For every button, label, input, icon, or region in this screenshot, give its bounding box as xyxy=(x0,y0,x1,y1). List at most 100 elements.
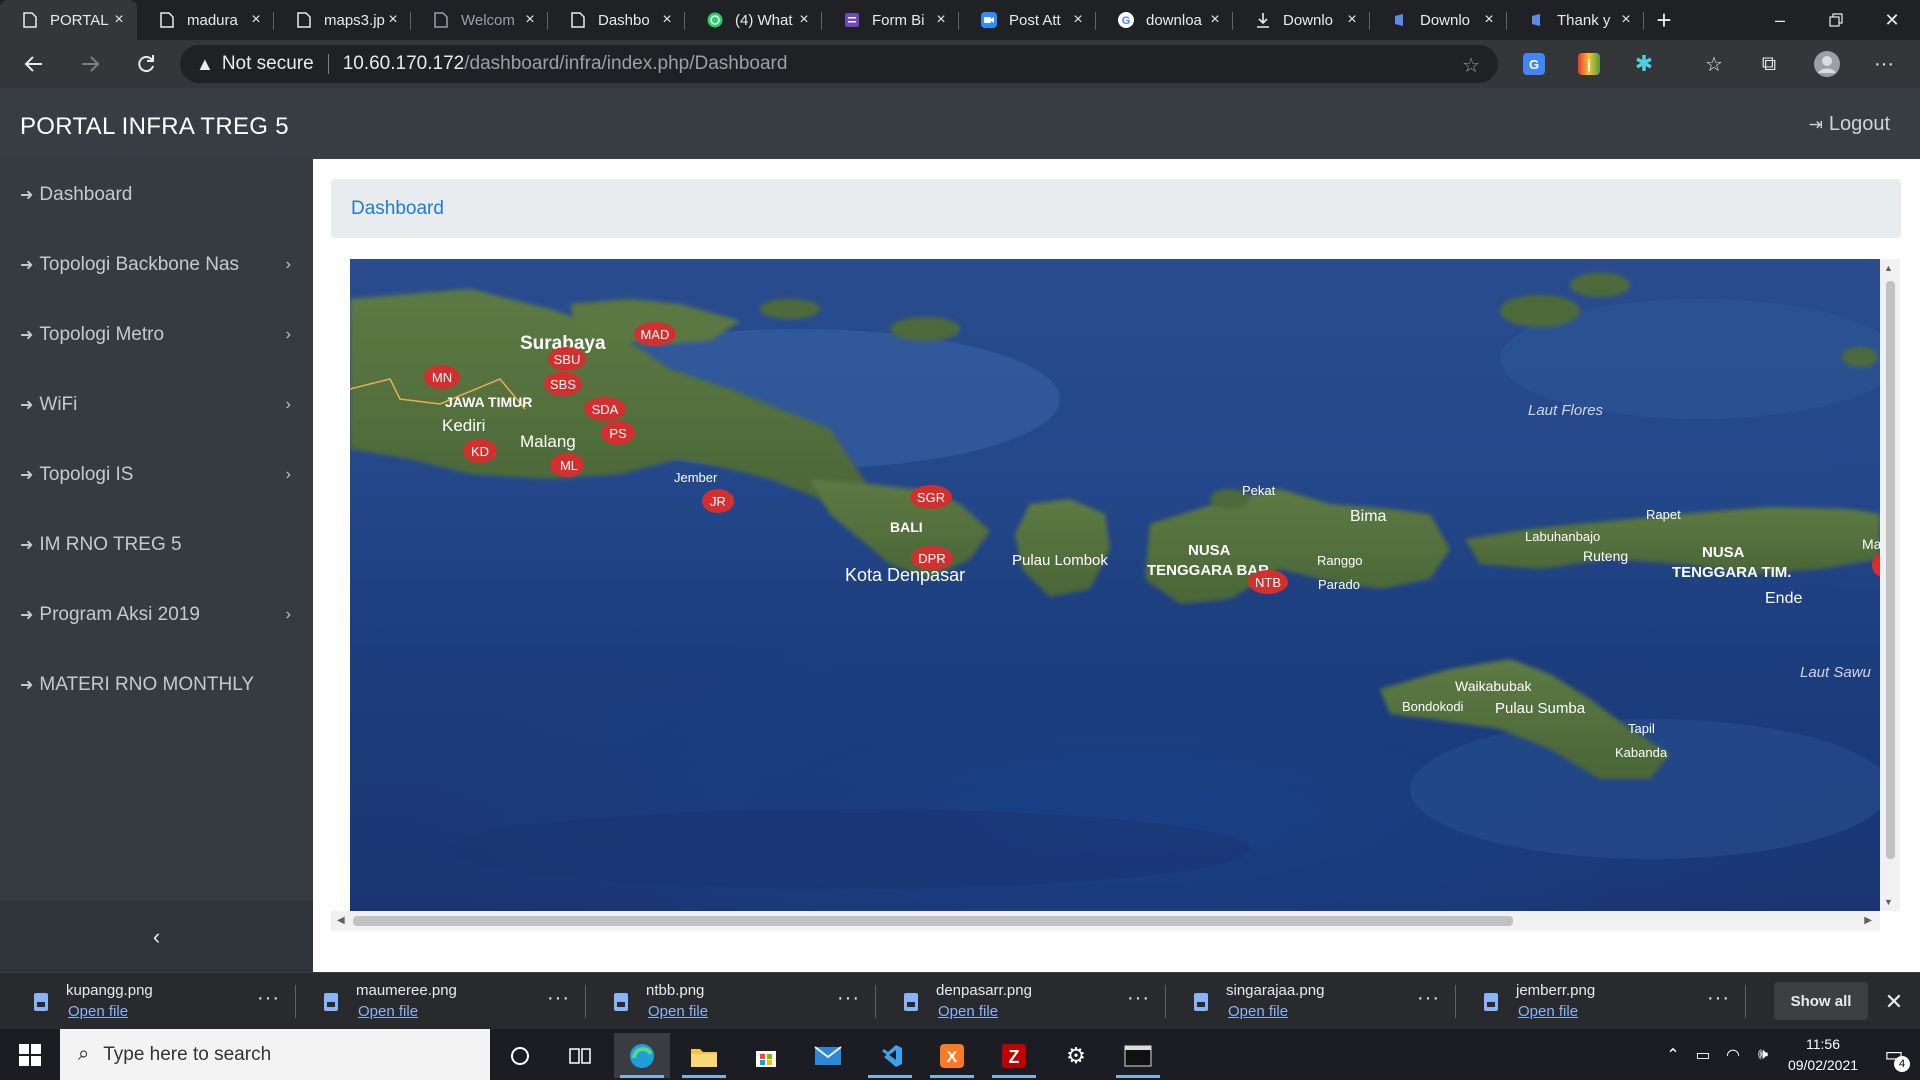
new-tab-button[interactable]: + xyxy=(1644,0,1684,40)
windows-start-button[interactable] xyxy=(10,1039,50,1071)
browser-tab[interactable]: Downlo × xyxy=(1370,0,1507,40)
sidebar-item-topologi-metro[interactable]: ➜ Topologi Metro › xyxy=(0,315,313,355)
reload-button[interactable] xyxy=(128,46,164,82)
minimize-button[interactable]: – xyxy=(1752,0,1808,40)
volume-icon[interactable]: 🕪 xyxy=(1748,1046,1778,1064)
clock[interactable]: 11:56 09/02/2021 xyxy=(1778,1034,1868,1076)
browser-tab[interactable]: Post Att × xyxy=(959,0,1096,40)
open-file-link[interactable]: Open file xyxy=(1518,1003,1578,1020)
close-icon[interactable]: × xyxy=(796,11,812,29)
sidebar-item-program-aksi-2019[interactable]: ➜ Program Aksi 2019 › xyxy=(0,595,313,635)
more-options-icon[interactable]: ··· xyxy=(1417,987,1440,1010)
download-item[interactable]: maumeree.png Open file ··· xyxy=(296,973,586,1030)
more-menu-icon[interactable]: ··· xyxy=(1868,48,1900,80)
browser-tab[interactable]: maps3.jp × xyxy=(274,0,411,40)
forward-button[interactable] xyxy=(72,46,108,82)
more-options-icon[interactable]: ··· xyxy=(1127,987,1150,1010)
browser-tab[interactable]: PORTAL × xyxy=(0,0,137,40)
marker-dpr[interactable]: DPR xyxy=(911,546,953,570)
sidebar-item-topologi-backbone-nas[interactable]: ➜ Topologi Backbone Nas › xyxy=(0,245,313,285)
add-bookmark-icon[interactable]: ☆ xyxy=(1462,53,1480,78)
more-options-icon[interactable]: ··· xyxy=(257,987,280,1010)
favorites-icon[interactable]: ☆ xyxy=(1698,48,1730,80)
chevron-up-icon[interactable]: ⌃ xyxy=(1658,1045,1688,1065)
sidebar-item-topologi-is[interactable]: ➜ Topologi IS › xyxy=(0,455,313,495)
close-icon[interactable]: × xyxy=(248,11,264,29)
close-icon[interactable]: × xyxy=(111,11,127,29)
browser-tab[interactable]: Form Bi × xyxy=(822,0,959,40)
close-icon[interactable]: × xyxy=(1207,11,1223,29)
download-item[interactable]: singarajaa.png Open file ··· xyxy=(1166,973,1456,1030)
browser-tab[interactable]: Dashbo × xyxy=(548,0,685,40)
close-icon[interactable]: × xyxy=(1070,11,1086,29)
close-icon[interactable]: × xyxy=(659,11,675,29)
open-file-link[interactable]: Open file xyxy=(648,1003,708,1020)
battery-icon[interactable]: ▭ xyxy=(1688,1045,1718,1065)
sidebar-item-dashboard[interactable]: ➜ Dashboard xyxy=(0,175,313,215)
open-file-link[interactable]: Open file xyxy=(938,1003,998,1020)
brand-title[interactable]: PORTAL INFRA TREG 5 xyxy=(20,113,289,141)
scroll-down-icon[interactable]: ▼ xyxy=(1884,897,1893,907)
sidebar-item-materi-rno-monthly[interactable]: ➜ MATERI RNO MONTHLY xyxy=(0,665,313,705)
download-item[interactable]: denpasarr.png Open file ··· xyxy=(876,973,1166,1030)
close-icon[interactable]: × xyxy=(385,11,401,29)
taskbar-search-input[interactable]: ⌕ Type here to search xyxy=(60,1029,490,1080)
browser-tab[interactable]: Thank y × xyxy=(1507,0,1644,40)
download-item[interactable]: jemberr.png Open file ··· xyxy=(1456,973,1746,1030)
marker-sbu[interactable]: SBU xyxy=(548,347,586,371)
terminal-icon[interactable] xyxy=(1110,1033,1166,1078)
close-window-button[interactable]: ✕ xyxy=(1864,0,1920,40)
marker-ntb[interactable]: NTB xyxy=(1248,570,1288,594)
vscode-icon[interactable] xyxy=(862,1033,918,1078)
notification-center-button[interactable]: ▭ 4 xyxy=(1868,1042,1920,1072)
marker-sda[interactable]: SDA xyxy=(584,397,626,421)
download-item[interactable]: kupangg.png Open file ··· xyxy=(6,973,296,1030)
more-options-icon[interactable]: ··· xyxy=(547,987,570,1010)
scroll-right-icon[interactable]: ▶ xyxy=(1864,915,1872,926)
back-button[interactable] xyxy=(16,46,52,82)
edge-browser-icon[interactable] xyxy=(614,1033,670,1078)
filezilla-icon[interactable]: Z xyxy=(986,1033,1042,1078)
close-icon[interactable]: ✕ xyxy=(1880,988,1908,1016)
browser-tab[interactable]: madura × xyxy=(137,0,274,40)
task-view-icon[interactable] xyxy=(552,1033,608,1078)
download-item[interactable]: ntbb.png Open file ··· xyxy=(586,973,876,1030)
profile-avatar[interactable] xyxy=(1811,48,1843,80)
restore-button[interactable] xyxy=(1808,0,1864,40)
wifi-icon[interactable]: ◠ xyxy=(1718,1045,1748,1065)
close-icon[interactable]: × xyxy=(1618,11,1634,29)
translate-extension-icon[interactable]: G xyxy=(1518,48,1550,80)
open-file-link[interactable]: Open file xyxy=(1228,1003,1288,1020)
marker-kd[interactable]: KD xyxy=(463,439,497,463)
show-all-button[interactable]: Show all xyxy=(1774,982,1868,1020)
marker-mn[interactable]: MN xyxy=(424,365,460,389)
open-file-link[interactable]: Open file xyxy=(68,1003,128,1020)
gear-extension-icon[interactable]: ✱ xyxy=(1628,48,1660,80)
marker-ml[interactable]: ML xyxy=(550,453,584,477)
settings-gear-icon[interactable]: ⚙ xyxy=(1048,1033,1104,1078)
marker-jr[interactable]: JR xyxy=(702,489,734,513)
mail-icon[interactable] xyxy=(800,1033,856,1078)
marker-sbs[interactable]: SBS xyxy=(544,372,582,396)
sidebar-item-im-rno-treg-5[interactable]: ➜ IM RNO TREG 5 xyxy=(0,525,313,565)
close-icon[interactable]: × xyxy=(522,11,538,29)
browser-tab[interactable]: Downlo × xyxy=(1233,0,1370,40)
xampp-icon[interactable]: X xyxy=(924,1033,980,1078)
breadcrumb-link[interactable]: Dashboard xyxy=(351,198,444,220)
network-map[interactable]: Surabaya JAWA TIMUR Kediri Malang Jember… xyxy=(350,259,1880,911)
close-icon[interactable]: × xyxy=(933,11,949,29)
address-bar[interactable]: ▲ Not secure 10.60.170.172 /dashboard/in… xyxy=(180,45,1498,83)
collections-icon[interactable]: ⧉ xyxy=(1753,48,1785,80)
store-icon[interactable] xyxy=(738,1033,794,1078)
close-icon[interactable]: × xyxy=(1344,11,1360,29)
scrollbar-thumb[interactable] xyxy=(353,916,1513,926)
marker-ps[interactable]: PS xyxy=(601,421,635,445)
map-horizontal-scrollbar[interactable]: ◀ ▶ xyxy=(331,911,1880,931)
browser-tab[interactable]: (4) What × xyxy=(685,0,822,40)
browser-tab[interactable]: Welcom × xyxy=(411,0,548,40)
scrollbar-thumb[interactable] xyxy=(1886,281,1895,859)
marker-sgr[interactable]: SGR xyxy=(910,485,952,509)
cortana-icon[interactable] xyxy=(492,1033,548,1078)
open-file-link[interactable]: Open file xyxy=(358,1003,418,1020)
close-icon[interactable]: × xyxy=(1481,11,1497,29)
